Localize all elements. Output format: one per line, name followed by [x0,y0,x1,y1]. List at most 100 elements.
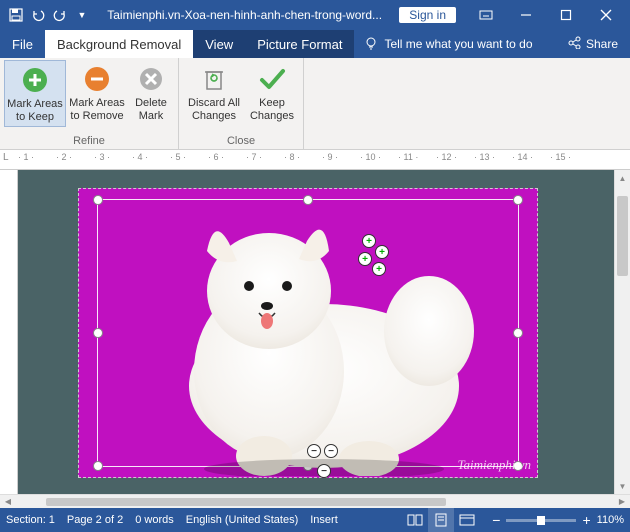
minimize-icon[interactable] [506,0,546,30]
lightbulb-icon [364,36,378,53]
remove-marker[interactable]: − [307,444,321,458]
discard-changes-button[interactable]: Discard All Changes [183,60,245,125]
tell-me-label: Tell me what you want to do [384,37,532,51]
zoom-slider[interactable] [506,519,576,522]
ruler-tick: · 2 · [56,152,72,162]
group-refine: Mark Areas to Keep Mark Areas to Remove … [0,58,179,149]
ruler-tick: · 15 · [550,152,571,162]
handle-w[interactable] [93,328,103,338]
discard-label: Discard All Changes [185,97,243,122]
keep-marker[interactable]: + [358,252,372,266]
mark-areas-keep-button[interactable]: Mark Areas to Keep [4,60,66,127]
share-button[interactable]: Share [556,30,630,58]
delete-mark-label: Delete Mark [130,97,172,122]
ruler-tick: · 12 · [436,152,457,162]
status-page[interactable]: Page 2 of 2 [67,514,123,526]
handle-ne[interactable] [513,195,523,205]
document-canvas[interactable]: + + + + − − − Taimienphi.vn [18,170,614,494]
group-refine-label: Refine [73,134,105,149]
watermark: Taimienphi.vn [457,457,531,473]
status-language[interactable]: English (United States) [186,514,299,526]
ruler-tick: · 13 · [474,152,495,162]
mark-areas-remove-button[interactable]: Mark Areas to Remove [66,60,128,125]
mark-remove-icon [81,63,113,95]
read-mode-icon[interactable] [402,508,428,532]
keep-marker[interactable]: + [362,234,376,248]
ruler-tick: · 11 · [398,152,418,162]
group-close: Discard All Changes Keep Changes Close [179,58,304,149]
remove-marker[interactable]: − [317,464,331,478]
handle-n[interactable] [303,195,313,205]
print-layout-icon[interactable] [428,508,454,532]
zoom-out-button[interactable]: − [492,512,500,528]
scroll-up-icon[interactable]: ▲ [615,170,630,186]
zoom-slider-thumb[interactable] [537,516,545,525]
handle-sw[interactable] [93,461,103,471]
mark-remove-label: Mark Areas to Remove [68,97,126,122]
ruler-tick: · 8 · [284,152,300,162]
quick-access-toolbar: ▼ [4,7,90,23]
keep-changes-button[interactable]: Keep Changes [245,60,299,125]
share-icon [568,36,581,52]
scroll-down-icon[interactable]: ▼ [615,478,630,494]
tab-picture-format[interactable]: Picture Format [245,30,354,58]
status-bar: Section: 1 Page 2 of 2 0 words English (… [0,508,630,532]
zoom-in-button[interactable]: + [582,512,590,528]
ruler-tick: · 14 · [512,152,533,162]
maximize-icon[interactable] [546,0,586,30]
status-insert-mode[interactable]: Insert [310,514,338,526]
selected-image[interactable]: + + + + − − − Taimienphi.vn [78,188,538,478]
zoom-control: − + 110% [492,512,624,528]
ruler-corner: L [3,152,9,163]
status-section[interactable]: Section: 1 [6,514,55,526]
mark-keep-icon [19,64,51,96]
dog-foreground [129,211,499,476]
keep-icon [256,63,288,95]
tab-background-removal[interactable]: Background Removal [45,30,193,58]
status-words[interactable]: 0 words [135,514,174,526]
scrollbar-vertical[interactable]: ▲ ▼ [614,170,630,494]
scroll-thumb-v[interactable] [617,196,628,276]
redo-icon[interactable] [52,7,68,23]
ruler-tick: · 5 · [170,152,186,162]
ruler-tick: · 1 · [18,152,34,162]
ruler-vertical[interactable] [0,170,18,494]
web-layout-icon[interactable] [454,508,480,532]
ribbon-tabs: File Background Removal View Picture For… [0,30,630,58]
handle-nw[interactable] [93,195,103,205]
scroll-right-icon[interactable]: ▶ [614,495,630,509]
sign-in-button[interactable]: Sign in [399,7,456,23]
keep-marker[interactable]: + [375,245,389,259]
scroll-left-icon[interactable]: ◀ [0,495,16,509]
tell-me-search[interactable]: Tell me what you want to do [354,30,556,58]
undo-icon[interactable] [30,7,46,23]
save-icon[interactable] [8,7,24,23]
document-title: Taimienphi.vn-Xoa-nen-hinh-anh-chen-tron… [90,8,399,22]
delete-mark-icon [135,63,167,95]
ruler-tick: · 9 · [322,152,338,162]
keep-marker[interactable]: + [372,262,386,276]
handle-e[interactable] [513,328,523,338]
close-icon[interactable] [586,0,626,30]
scroll-thumb-h[interactable] [46,498,446,506]
mark-keep-label: Mark Areas to Keep [7,98,63,123]
qat-customize-icon[interactable]: ▼ [74,7,90,23]
ruler-horizontal[interactable]: L · 1 ·· 2 ·· 3 ·· 4 ·· 5 ·· 6 ·· 7 ·· 8… [0,150,630,170]
ruler-tick: · 4 · [132,152,148,162]
remove-marker[interactable]: − [324,444,338,458]
ruler-tick: · 10 · [360,152,381,162]
ruler-tick: · 6 · [208,152,224,162]
view-buttons [402,508,480,532]
tab-view[interactable]: View [193,30,245,58]
document-area: + + + + − − − Taimienphi.vn ▲ ▼ [0,170,630,494]
ribbon-display-options-icon[interactable] [466,0,506,30]
keep-label: Keep Changes [247,97,297,122]
title-bar: ▼ Taimienphi.vn-Xoa-nen-hinh-anh-chen-tr… [0,0,630,30]
delete-mark-button[interactable]: Delete Mark [128,60,174,125]
discard-icon [198,63,230,95]
share-label: Share [586,37,618,51]
ribbon-panel: Mark Areas to Keep Mark Areas to Remove … [0,58,630,150]
zoom-level[interactable]: 110% [597,514,624,526]
tab-file[interactable]: File [0,30,45,58]
scrollbar-horizontal[interactable]: ◀ ▶ [0,494,630,508]
